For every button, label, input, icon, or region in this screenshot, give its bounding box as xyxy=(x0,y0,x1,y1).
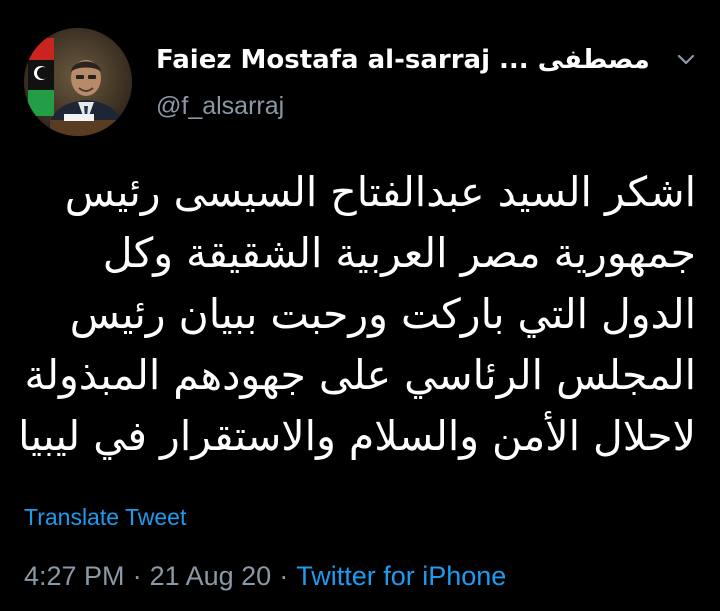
author-avatar[interactable] xyxy=(24,28,132,136)
tweet-time[interactable]: 4:27 PM xyxy=(24,561,125,591)
tweet-source-link[interactable]: Twitter for iPhone xyxy=(296,561,506,591)
meta-separator: · xyxy=(279,561,289,591)
chevron-down-icon xyxy=(677,54,695,65)
tweet-text: اشكر السيد عبدالفتاح السيسى رئيس جمهورية… xyxy=(18,168,696,460)
tweet: Faiez Mostafa al-sarraj ... فائز مصطفى @… xyxy=(0,0,720,611)
profile-photo-icon xyxy=(24,28,132,136)
tweet-date[interactable]: 21 Aug 20 xyxy=(150,561,272,591)
author-display-name[interactable]: Faiez Mostafa al-sarraj ... فائز مصطفى xyxy=(156,40,656,80)
author-handle[interactable]: @f_alsarraj xyxy=(156,88,284,124)
translate-tweet-link[interactable]: Translate Tweet xyxy=(24,500,186,534)
meta-separator: · xyxy=(132,561,142,591)
tweet-meta: 4:27 PM · 21 Aug 20 · Twitter for iPhone xyxy=(24,556,506,596)
tweet-menu-button[interactable] xyxy=(668,42,704,78)
